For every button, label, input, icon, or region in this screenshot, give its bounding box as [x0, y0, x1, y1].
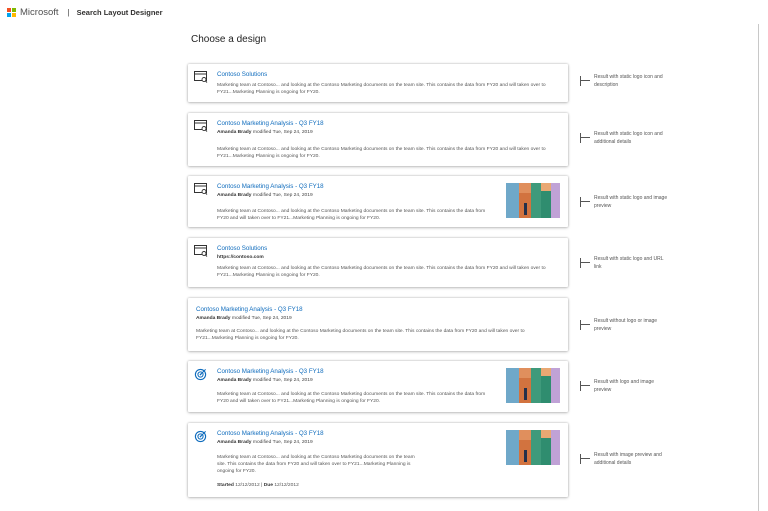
scrollbar-edge: [758, 24, 759, 511]
design-option-card[interactable]: Contoso Marketing Analysis - Q3 FY18 Ama…: [188, 298, 568, 351]
note-text: Result with static logo and URL link: [594, 256, 664, 270]
card-dates: Started 12/12/2012 | Due 12/12/2012: [217, 483, 299, 488]
card-meta: Amanda Brady modified Tue, Sep 24, 2019: [217, 193, 313, 198]
site-page-icon: [194, 71, 208, 83]
card-description: Marketing team at Contoso... and looking…: [217, 455, 415, 475]
card-title[interactable]: Contoso Marketing Analysis - Q3 FY18: [217, 120, 324, 127]
design-option-card[interactable]: Contoso Marketing Analysis - Q3 FY18 Ama…: [188, 361, 568, 412]
modified-date: modified Tue, Sep 24, 2019: [252, 440, 313, 445]
design-note: Result with static logo icon and additio…: [580, 131, 670, 146]
design-option-card[interactable]: Contoso Solutions Marketing team at Cont…: [188, 64, 568, 102]
top-bar: Microsoft | Search Layout Designer: [0, 0, 768, 24]
card-description: Marketing team at Contoso... and looking…: [196, 329, 525, 342]
card-title[interactable]: Contoso Marketing Analysis - Q3 FY18: [217, 430, 324, 437]
design-option-card[interactable]: Contoso Marketing Analysis - Q3 FY18 Ama…: [188, 423, 568, 497]
note-text: Result with static logo icon and additio…: [594, 131, 663, 145]
card-title[interactable]: Contoso Marketing Analysis - Q3 FY18: [217, 368, 324, 375]
card-description: Marketing team at Contoso... and looking…: [217, 83, 546, 96]
page-title: Choose a design: [191, 34, 267, 45]
modified-date: modified Tue, Sep 24, 2019: [252, 378, 313, 383]
design-note: Result with static logo icon and descrip…: [580, 74, 670, 89]
note-text: Result with static logo icon and descrip…: [594, 74, 663, 88]
due-label: Due: [263, 483, 273, 488]
author-name: Amanda Brady: [217, 130, 252, 135]
design-note: Result with logo and image preview: [580, 379, 670, 394]
design-note: Result with static logo and URL link: [580, 256, 670, 271]
card-description: Marketing team at Contoso... and looking…: [217, 209, 486, 222]
microsoft-logo-icon: [7, 7, 16, 17]
card-title[interactable]: Contoso Solutions: [217, 71, 267, 78]
preview-image: [506, 368, 560, 403]
preview-image: [506, 430, 560, 465]
started-label: Started: [217, 483, 234, 488]
app-title: Search Layout Designer: [76, 7, 163, 17]
site-page-icon: [194, 183, 208, 195]
header-separator: |: [67, 7, 70, 17]
image-preview: [506, 183, 560, 218]
design-option-card[interactable]: Contoso Solutions https://contoso.com Ma…: [188, 238, 568, 287]
card-url-link[interactable]: https://contoso.com: [217, 255, 264, 260]
note-text: Result with logo and image preview: [594, 379, 655, 393]
design-option-card[interactable]: Contoso Marketing Analysis - Q3 FY18 Ama…: [188, 113, 568, 166]
card-meta: Amanda Brady modified Tue, Sep 24, 2019: [217, 130, 313, 135]
modified-date: modified Tue, Sep 24, 2019: [231, 316, 292, 321]
target-icon: [194, 430, 207, 443]
image-preview: [506, 368, 560, 403]
author-name: Amanda Brady: [196, 316, 231, 321]
card-title[interactable]: Contoso Marketing Analysis - Q3 FY18: [217, 183, 324, 190]
note-text: Result with static logo and image previe…: [594, 195, 668, 209]
design-option-card[interactable]: Contoso Marketing Analysis - Q3 FY18 Ama…: [188, 176, 568, 227]
preview-image: [506, 183, 560, 218]
author-name: Amanda Brady: [217, 193, 252, 198]
note-text: Result with image preview and additional…: [594, 452, 662, 466]
card-title[interactable]: Contoso Solutions: [217, 245, 267, 252]
design-note: Result with static logo and image previe…: [580, 195, 670, 210]
modified-date: modified Tue, Sep 24, 2019: [252, 193, 313, 198]
design-note: Result without logo or image preview: [580, 318, 670, 333]
brand-name: Microsoft: [20, 6, 59, 18]
card-title[interactable]: Contoso Marketing Analysis - Q3 FY18: [196, 306, 303, 313]
author-name: Amanda Brady: [217, 440, 252, 445]
card-meta: Amanda Brady modified Tue, Sep 24, 2019: [217, 440, 313, 445]
card-description: Marketing team at Contoso... and looking…: [217, 147, 546, 160]
author-name: Amanda Brady: [217, 378, 252, 383]
card-description: Marketing team at Contoso... and looking…: [217, 266, 546, 279]
card-meta: Amanda Brady modified Tue, Sep 24, 2019: [217, 378, 313, 383]
target-icon: [194, 368, 207, 381]
site-page-icon: [194, 120, 208, 132]
site-page-icon: [194, 245, 208, 257]
card-description: Marketing team at Contoso... and looking…: [217, 392, 486, 405]
note-text: Result without logo or image preview: [594, 318, 658, 332]
image-preview: [506, 430, 560, 465]
modified-date: modified Tue, Sep 24, 2019: [252, 130, 313, 135]
card-meta: Amanda Brady modified Tue, Sep 24, 2019: [196, 316, 292, 321]
design-note: Result with image preview and additional…: [580, 452, 670, 467]
due-date: 12/12/2012: [274, 483, 299, 488]
started-date: 12/12/2012: [235, 483, 260, 488]
